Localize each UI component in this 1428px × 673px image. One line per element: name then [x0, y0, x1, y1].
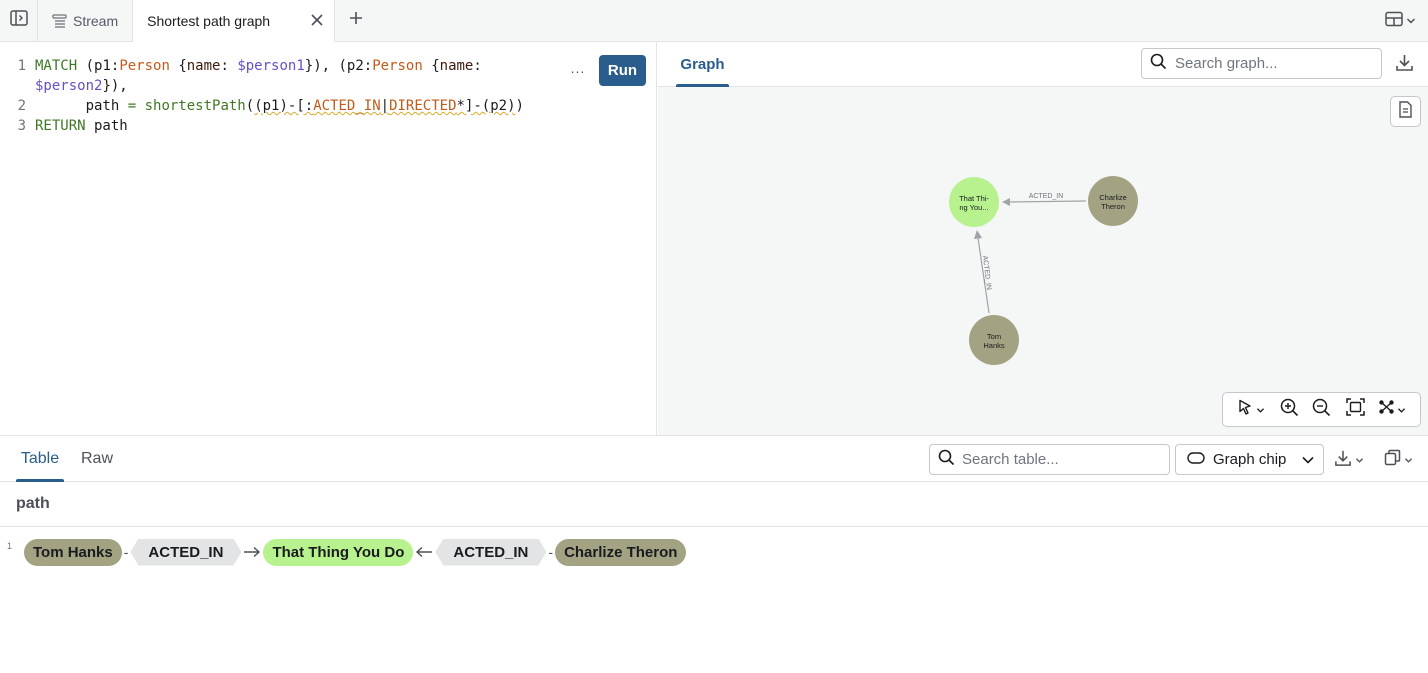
- zoom-out-icon: [1312, 398, 1331, 422]
- node-charlize-theron[interactable]: Charlize Theron: [1088, 176, 1138, 226]
- code-line-wrap: $person2}),: [35, 78, 128, 94]
- node-label-line2: Theron: [1101, 202, 1125, 211]
- row-index: 1: [7, 541, 13, 551]
- tab-stream-label: Stream: [73, 12, 119, 29]
- graph-svg[interactable]: ACTED_IN ACTED_IN That Thi- ng You... Ch…: [658, 88, 1428, 435]
- chevron-down-icon: [1397, 401, 1406, 419]
- graph-panel: Graph ACTED_IN: [658, 42, 1428, 435]
- render-mode-label: Graph chip: [1213, 451, 1287, 468]
- query-editor[interactable]: 1 MATCH (p1:Person {name: $person1}), (p…: [0, 42, 657, 435]
- path-connector: -: [548, 544, 554, 560]
- layout-icon: [1384, 11, 1403, 32]
- run-button[interactable]: Run: [599, 55, 646, 86]
- chevron-down-icon: [1256, 401, 1265, 419]
- fit-screen-icon: [1345, 398, 1365, 421]
- more-options-button[interactable]: ...: [566, 60, 590, 80]
- zoom-in-button[interactable]: [1273, 395, 1305, 425]
- graph-search-field[interactable]: [1141, 48, 1382, 79]
- details-panel-button[interactable]: [1390, 96, 1421, 127]
- download-icon: [1334, 449, 1352, 472]
- tab-graph[interactable]: Graph: [676, 42, 729, 87]
- edge-label: ACTED_IN: [1029, 193, 1064, 200]
- node-label-line2: Hanks: [983, 341, 1005, 350]
- tab-table[interactable]: Table: [16, 436, 64, 482]
- line-number: 3: [17, 118, 26, 134]
- chevron-down-icon: [1301, 453, 1315, 470]
- zoom-out-button[interactable]: [1305, 395, 1338, 425]
- node-chip-tom-hanks[interactable]: Tom Hanks: [24, 538, 122, 566]
- sidebar-toggle-button[interactable]: [0, 0, 38, 41]
- layout-options-button[interactable]: [1372, 395, 1412, 425]
- path-connector: -: [123, 544, 129, 560]
- path-cell: Tom Hanks - ACTED_IN That Thing You Do A…: [24, 538, 687, 566]
- code-line: 2 path = shortestPath((p1)-[:ACTED_IN|DI…: [0, 96, 524, 116]
- chip-icon: [1187, 451, 1205, 468]
- chevron-down-icon: [1406, 12, 1416, 30]
- table-search-field[interactable]: [929, 444, 1170, 475]
- node-chip-that-thing-you-do[interactable]: That Thing You Do: [263, 538, 414, 566]
- layout-menu-button[interactable]: [1380, 6, 1420, 36]
- close-tab-icon[interactable]: [310, 13, 324, 30]
- arrow-right-icon: [241, 546, 263, 558]
- fit-to-screen-button[interactable]: [1338, 395, 1372, 425]
- node-label-line1: Charlize: [1099, 193, 1127, 202]
- tab-stream[interactable]: Stream: [38, 0, 134, 41]
- cypher-code[interactable]: 1 MATCH (p1:Person {name: $person1}), (p…: [0, 56, 524, 136]
- results-copy-button[interactable]: [1384, 449, 1420, 471]
- node-chip-charlize-theron[interactable]: Charlize Theron: [555, 538, 687, 566]
- node-label-line1: That Thi-: [959, 194, 989, 203]
- relationship-chip[interactable]: ACTED_IN: [130, 539, 241, 566]
- tab-active-label: Shortest path graph: [147, 13, 271, 29]
- select-tool-button[interactable]: [1229, 395, 1273, 425]
- code-line: 1 MATCH (p1:Person {name: $person1}), (p…: [0, 56, 524, 76]
- column-header-path: path: [0, 482, 1428, 527]
- graph-header: Graph: [658, 42, 1428, 87]
- line-number: 1: [17, 58, 26, 74]
- tab-bar: Stream Shortest path graph: [0, 0, 1428, 42]
- edge-acted-in-charlize[interactable]: ACTED_IN: [1002, 193, 1087, 206]
- edge-acted-in-tom[interactable]: ACTED_IN: [974, 230, 992, 314]
- results-panel: Table Raw Graph chip: [0, 435, 1428, 673]
- document-icon: [1398, 100, 1413, 123]
- line-number: 2: [17, 98, 26, 114]
- graph-canvas[interactable]: ACTED_IN ACTED_IN That Thi- ng You... Ch…: [658, 88, 1428, 435]
- arrow-left-icon: [413, 546, 435, 558]
- node-that-thing-you-do[interactable]: That Thi- ng You...: [949, 177, 999, 227]
- zoom-in-icon: [1280, 398, 1299, 422]
- node-tom-hanks[interactable]: Tom Hanks: [969, 315, 1019, 365]
- relationship-chip[interactable]: ACTED_IN: [435, 539, 546, 566]
- cell-render-mode-select[interactable]: Graph chip: [1175, 444, 1324, 475]
- node-label-line2: ng You...: [959, 203, 988, 212]
- results-download-button[interactable]: [1334, 449, 1370, 471]
- tab-raw[interactable]: Raw: [81, 436, 113, 481]
- search-icon: [1150, 53, 1167, 75]
- results-tabs: Table Raw Graph chip: [0, 436, 1428, 482]
- code-line: 3 RETURN path: [0, 116, 524, 136]
- search-icon: [938, 449, 955, 471]
- add-tab-button[interactable]: [335, 0, 377, 41]
- graph-download-button[interactable]: [1392, 53, 1416, 77]
- canvas-toolbar: [1222, 392, 1421, 427]
- graph-search-input[interactable]: [1175, 55, 1370, 72]
- app-window: Stream Shortest path graph 1 MATCH (p1:P…: [0, 0, 1428, 673]
- table-search-input[interactable]: [962, 451, 1162, 468]
- copy-icon: [1384, 449, 1401, 471]
- sidebar-panel-icon: [9, 10, 28, 31]
- chevron-down-icon: [1355, 451, 1364, 469]
- download-icon: [1395, 53, 1414, 77]
- pointer-icon: [1238, 399, 1253, 420]
- stream-icon: [52, 13, 67, 28]
- node-label-line1: Tom: [987, 332, 1001, 341]
- tab-shortest-path-graph[interactable]: Shortest path graph: [133, 0, 336, 42]
- plus-icon: [348, 10, 364, 31]
- graph-layout-icon: [1378, 399, 1395, 420]
- table-row: 1 Tom Hanks - ACTED_IN That Thing You Do…: [0, 527, 1428, 577]
- chevron-down-icon: [1404, 451, 1413, 469]
